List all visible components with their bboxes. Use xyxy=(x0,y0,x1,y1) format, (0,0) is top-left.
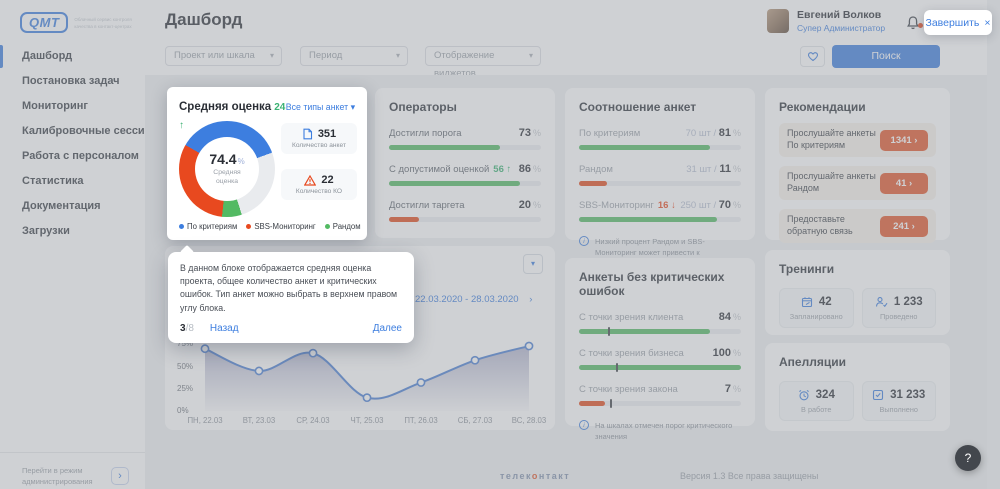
tour-next-link[interactable]: Далее xyxy=(373,323,402,334)
warning-triangle-icon xyxy=(304,174,317,186)
document-icon xyxy=(303,128,312,140)
close-icon: × xyxy=(984,16,991,29)
legend-dot xyxy=(324,224,330,229)
average-score-widget: Средняя оценка 24 ↑ Все типы анкет ▾ 74.4… xyxy=(167,87,367,240)
tour-back-link[interactable]: Назад xyxy=(210,323,239,334)
help-button[interactable]: ? xyxy=(955,445,981,471)
donut-caption: Средняя оценка xyxy=(213,169,241,185)
donut-legend: По критериям SBS-Мониторинг Рандом xyxy=(179,222,361,231)
tour-tooltip: В данном блоке отображается средняя оцен… xyxy=(168,252,414,343)
average-score-donut-chart: 74.4% Средняя оценка xyxy=(179,121,275,217)
legend-dot xyxy=(179,224,184,229)
survey-type-dropdown[interactable]: Все типы анкет ▾ xyxy=(286,102,355,113)
widget-title: Средняя оценка xyxy=(179,101,272,113)
surveys-count-card: 351 Количество анкет xyxy=(281,123,357,154)
tour-text: В данном блоке отображается средняя оцен… xyxy=(180,263,398,313)
legend-dot xyxy=(246,224,252,229)
tour-dim-overlay xyxy=(0,0,1000,489)
tour-step-total: /8 xyxy=(185,322,194,334)
finish-tour-button[interactable]: Завершить × xyxy=(924,10,992,35)
critical-errors-card: 22 Количество КО xyxy=(281,169,357,200)
